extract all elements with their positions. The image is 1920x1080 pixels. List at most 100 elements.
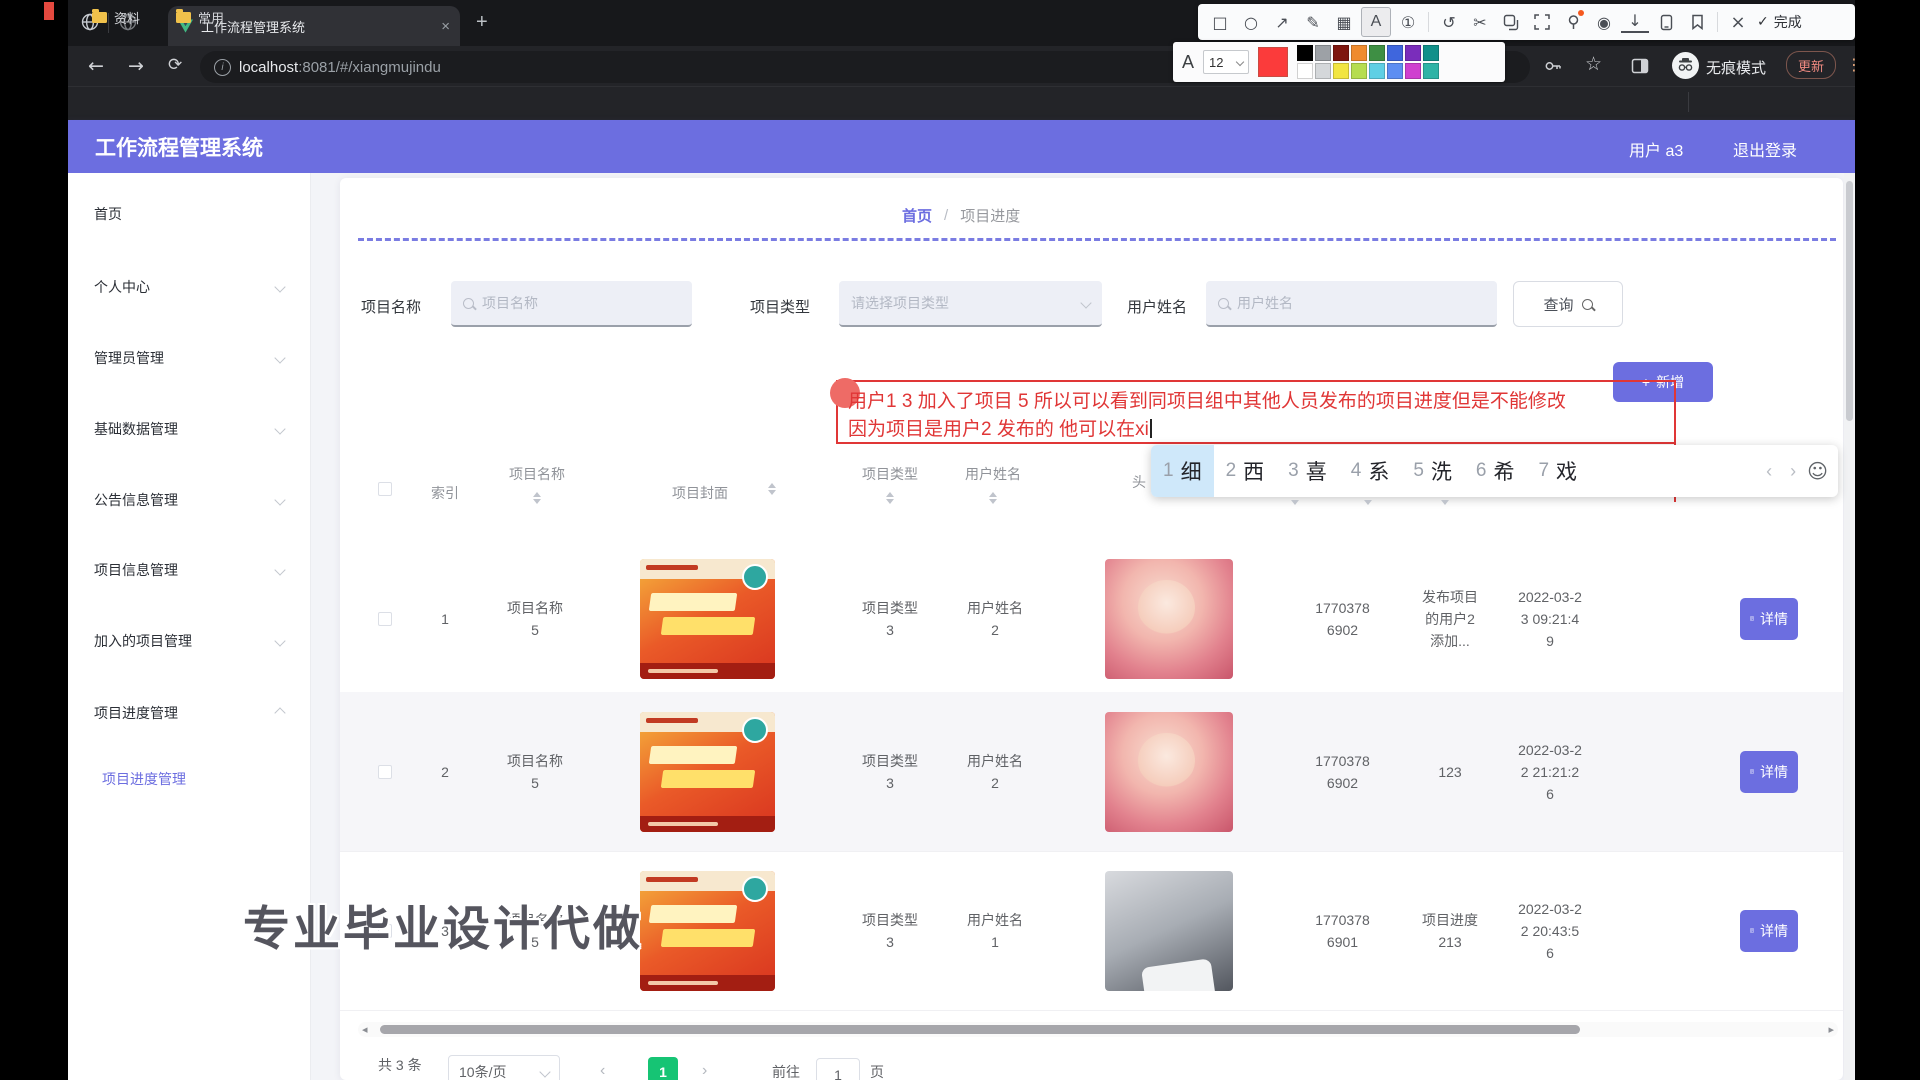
color-swatch[interactable] bbox=[1369, 45, 1385, 61]
text-tool-icon[interactable]: A bbox=[1361, 7, 1391, 37]
ime-candidate[interactable]: 1细 bbox=[1151, 445, 1214, 497]
ime-candidate[interactable]: 7戏 bbox=[1526, 445, 1589, 497]
horizontal-scrollbar[interactable]: ◂ ▸ bbox=[358, 1022, 1838, 1037]
color-swatch[interactable] bbox=[1423, 63, 1439, 79]
ime-candidate[interactable]: 4系 bbox=[1339, 445, 1402, 497]
project-cover-image[interactable] bbox=[640, 871, 775, 991]
pin-icon[interactable] bbox=[1559, 8, 1587, 36]
done-button[interactable]: ✓完成 bbox=[1757, 12, 1802, 32]
sidebar-item-basic-data[interactable]: 基础数据管理 bbox=[68, 407, 310, 451]
sort-down-icon[interactable] bbox=[1291, 500, 1299, 505]
mosaic-tool-icon[interactable]: ▦ bbox=[1330, 8, 1358, 36]
pencil-tool-icon[interactable]: ✎ bbox=[1299, 8, 1327, 36]
ellipse-tool-icon[interactable]: ○ bbox=[1237, 8, 1265, 36]
site-info-icon[interactable]: i bbox=[214, 59, 231, 76]
breadcrumb-home[interactable]: 首页 bbox=[902, 205, 932, 226]
bookmark-star-icon[interactable]: ☆ bbox=[1585, 53, 1602, 75]
ime-candidate[interactable]: 3喜 bbox=[1276, 445, 1339, 497]
user-avatar[interactable] bbox=[1105, 559, 1233, 679]
prev-page-icon[interactable]: ‹ bbox=[600, 1062, 605, 1080]
sort-down-icon[interactable] bbox=[1441, 500, 1449, 505]
color-swatch[interactable] bbox=[1297, 63, 1313, 79]
sort-up-icon[interactable] bbox=[768, 483, 776, 488]
color-swatch[interactable] bbox=[1351, 63, 1367, 79]
sidebar-item-project-info[interactable]: 项目信息管理 bbox=[68, 548, 310, 592]
sidebar-item-home[interactable]: 首页 bbox=[68, 192, 310, 236]
sort-down-icon[interactable] bbox=[886, 499, 894, 504]
ime-candidate[interactable]: 5洗 bbox=[1401, 445, 1464, 497]
sidebar-item-announcement[interactable]: 公告信息管理 bbox=[68, 478, 310, 522]
number-marker-tool-icon[interactable]: ① bbox=[1394, 8, 1422, 36]
reload-icon[interactable]: ⟳ bbox=[168, 55, 182, 75]
color-swatch[interactable] bbox=[1297, 45, 1313, 61]
download-icon[interactable]: ↓ bbox=[1621, 11, 1649, 33]
color-swatch[interactable] bbox=[1369, 63, 1385, 79]
forward-icon[interactable]: → bbox=[128, 55, 144, 77]
name-header[interactable]: 项目名称 bbox=[477, 464, 597, 484]
project-name-input[interactable]: 项目名称 bbox=[451, 281, 692, 327]
current-page-button[interactable]: 1 bbox=[648, 1057, 678, 1080]
user-name-input[interactable]: 用户姓名 bbox=[1206, 281, 1497, 327]
color-swatch[interactable] bbox=[1387, 45, 1403, 61]
user-badge[interactable]: 用户 a3 bbox=[1629, 137, 1683, 161]
sidebar-item-admin-management[interactable]: 管理员管理 bbox=[68, 336, 310, 380]
color-swatch[interactable] bbox=[1387, 63, 1403, 79]
color-swatch[interactable] bbox=[1423, 45, 1439, 61]
sidebar-item-joined-projects[interactable]: 加入的项目管理 bbox=[68, 619, 310, 663]
avatar-header-partial[interactable]: 头 bbox=[1124, 472, 1154, 492]
page-size-select[interactable]: 10条/页 bbox=[448, 1055, 560, 1080]
ime-candidate[interactable]: 6希 bbox=[1464, 445, 1527, 497]
logout-button[interactable]: 退出登录 bbox=[1733, 137, 1797, 161]
color-swatch[interactable] bbox=[1405, 63, 1421, 79]
scroll-right-icon[interactable]: ▸ bbox=[1828, 1023, 1834, 1036]
new-tab-button[interactable]: + bbox=[476, 12, 488, 32]
project-type-select[interactable]: 请选择项目类型 bbox=[839, 281, 1102, 327]
rectangle-tool-icon[interactable]: □ bbox=[1206, 8, 1234, 36]
record-icon[interactable]: ◉ bbox=[1590, 8, 1618, 36]
project-cover-image[interactable] bbox=[640, 712, 775, 832]
font-size-select[interactable]: 12 bbox=[1203, 50, 1249, 74]
detail-button[interactable]: 详情 bbox=[1740, 751, 1798, 793]
sort-down-icon[interactable] bbox=[989, 499, 997, 504]
ime-next-icon[interactable]: › bbox=[1781, 461, 1805, 482]
sort-down-icon[interactable] bbox=[1364, 500, 1372, 505]
user-header[interactable]: 用户姓名 bbox=[933, 464, 1053, 484]
incognito-avatar-icon[interactable] bbox=[1672, 52, 1699, 79]
side-panel-icon[interactable] bbox=[1630, 56, 1650, 76]
scrollbar-thumb[interactable] bbox=[380, 1025, 1580, 1034]
active-color-swatch[interactable] bbox=[1258, 47, 1288, 77]
arrow-tool-icon[interactable]: ↗ bbox=[1268, 8, 1296, 36]
undo-icon[interactable]: ↺ bbox=[1435, 8, 1463, 36]
sidebar-subitem-project-progress[interactable]: 项目进度管理 bbox=[68, 757, 310, 801]
user-avatar[interactable] bbox=[1105, 871, 1233, 991]
sort-up-icon[interactable] bbox=[989, 492, 997, 497]
color-swatch[interactable] bbox=[1405, 45, 1421, 61]
ime-candidate[interactable]: 2西 bbox=[1214, 445, 1277, 497]
row-checkbox[interactable] bbox=[378, 765, 392, 779]
update-button[interactable]: 更新 bbox=[1786, 51, 1836, 79]
sort-down-icon[interactable] bbox=[768, 490, 776, 495]
scrollbar-thumb[interactable] bbox=[1846, 181, 1853, 421]
close-icon[interactable]: × bbox=[1724, 8, 1752, 36]
vertical-scrollbar[interactable] bbox=[1844, 173, 1854, 1080]
sidebar-item-personal-center[interactable]: 个人中心 bbox=[68, 265, 310, 309]
emoji-icon[interactable]: ☺ bbox=[1807, 459, 1828, 483]
cover-header[interactable]: 项目封面 bbox=[640, 483, 760, 503]
back-icon[interactable]: ← bbox=[88, 55, 104, 77]
ime-prev-icon[interactable]: ‹ bbox=[1757, 461, 1781, 482]
goto-page-input[interactable]: 1 bbox=[816, 1058, 860, 1080]
project-cover-image[interactable] bbox=[640, 559, 775, 679]
detail-button[interactable]: 详情 bbox=[1740, 598, 1798, 640]
detail-button[interactable]: 详情 bbox=[1740, 910, 1798, 952]
color-swatch[interactable] bbox=[1333, 45, 1349, 61]
next-page-icon[interactable]: › bbox=[702, 1062, 707, 1080]
index-header[interactable]: 索引 bbox=[415, 483, 475, 503]
row-checkbox[interactable] bbox=[378, 612, 392, 626]
color-swatch[interactable] bbox=[1333, 63, 1349, 79]
type-header[interactable]: 项目类型 bbox=[830, 464, 950, 484]
scroll-left-icon[interactable]: ◂ bbox=[362, 1023, 368, 1036]
sort-up-icon[interactable] bbox=[533, 492, 541, 497]
bookmark-item[interactable]: 常用 bbox=[176, 8, 224, 27]
cut-icon[interactable]: ✂ bbox=[1466, 8, 1494, 36]
user-avatar[interactable] bbox=[1105, 712, 1233, 832]
